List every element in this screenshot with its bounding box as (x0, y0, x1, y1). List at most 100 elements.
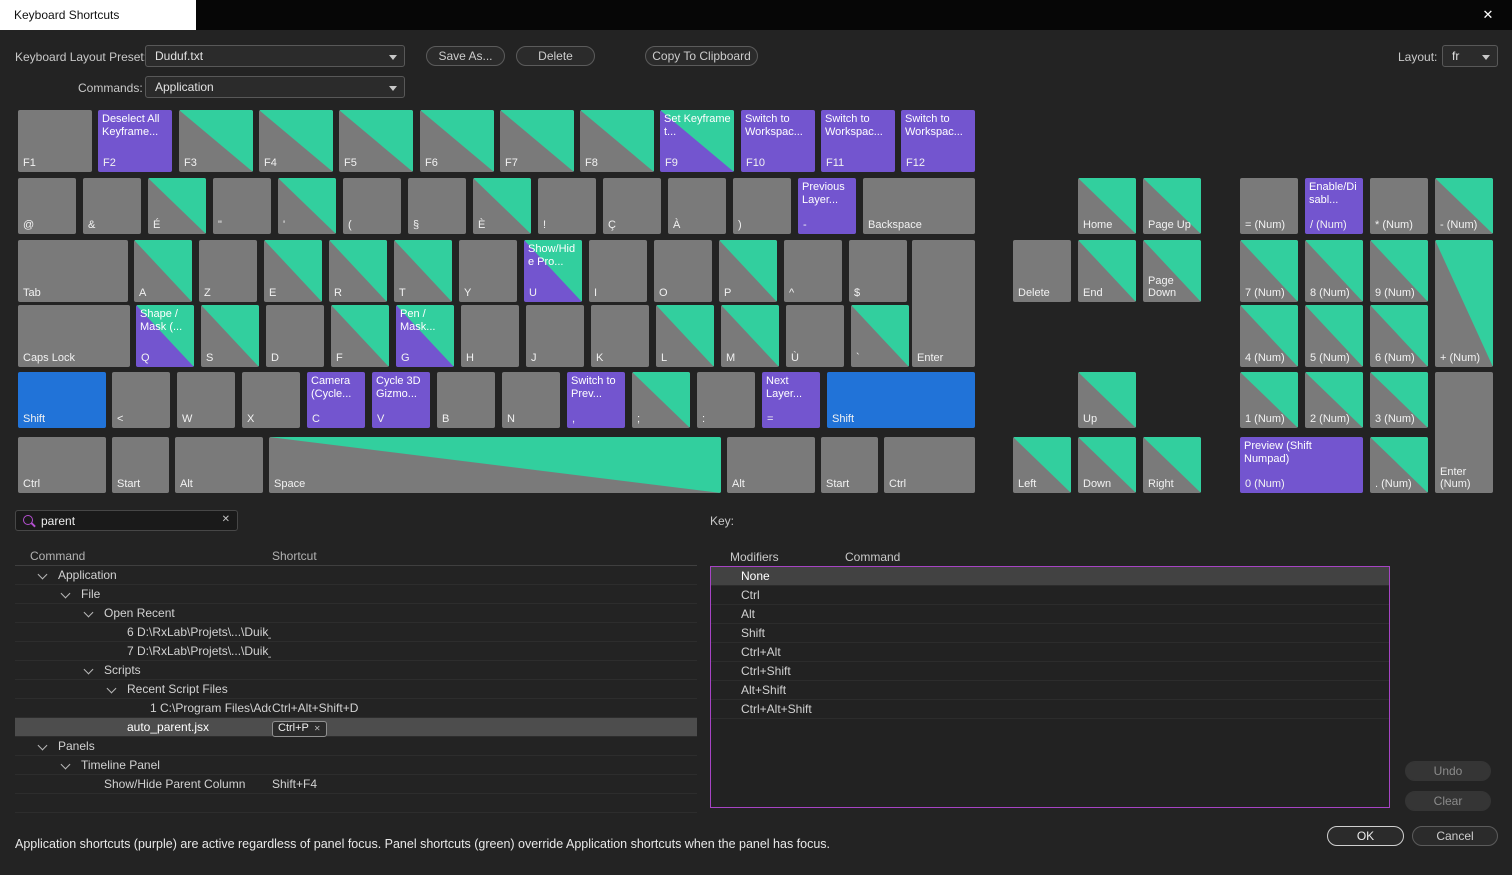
key-r[interactable]: R (329, 240, 387, 302)
key-left[interactable]: Left (1013, 437, 1071, 493)
command-row-6-d-rxlab-projets-duik-a-p[interactable]: 6 D:\RxLab\Projets\...\Duik_A_P (15, 623, 697, 642)
key-s[interactable]: S (201, 305, 259, 367)
clear-button[interactable]: Clear (1405, 791, 1491, 811)
key-f10[interactable]: Switch to Workspac...F10 (741, 110, 815, 172)
key-num[interactable]: * (Num) (1370, 178, 1428, 234)
delete-button[interactable]: Delete (516, 46, 595, 66)
shortcut-chip[interactable]: Ctrl+P✕ (272, 721, 327, 737)
key-c199[interactable]: Ç (603, 178, 661, 234)
key-0-num[interactable]: Preview (Shift Numpad)0 (Num) (1240, 437, 1363, 493)
key-c33[interactable]: ! (538, 178, 596, 234)
key-c44[interactable]: Switch to Prev..., (567, 372, 625, 428)
key-c192[interactable]: À (668, 178, 726, 234)
remove-shortcut-icon[interactable]: ✕ (314, 722, 321, 735)
key-f6[interactable]: F6 (420, 110, 494, 172)
key-i[interactable]: I (589, 240, 647, 302)
chevron-down-icon[interactable] (84, 665, 94, 675)
key-c40[interactable]: ( (343, 178, 401, 234)
command-row-auto-parent-jsx[interactable]: auto_parent.jsxCtrl+P✕ (15, 718, 697, 737)
key-4-num[interactable]: 4 (Num) (1240, 305, 1298, 367)
key-f1[interactable]: F1 (18, 110, 92, 172)
key-n[interactable]: N (502, 372, 560, 428)
key-m[interactable]: M (721, 305, 779, 367)
key-t[interactable]: T (394, 240, 452, 302)
undo-button[interactable]: Undo (1405, 761, 1491, 781)
key-l[interactable]: L (656, 305, 714, 367)
key-c41[interactable]: ) (733, 178, 791, 234)
key-c200[interactable]: È (473, 178, 531, 234)
key-num[interactable]: Enable/Disabl.../ (Num) (1305, 178, 1363, 234)
key-w[interactable]: W (177, 372, 235, 428)
ok-button[interactable]: OK (1327, 826, 1404, 846)
copy-to-clipboard-button[interactable]: Copy To Clipboard (645, 46, 758, 66)
modifier-row-ctrl-alt[interactable]: Ctrl+Alt (711, 643, 1389, 662)
key-down[interactable]: Down (1078, 437, 1136, 493)
save-as-button[interactable]: Save As... (426, 46, 505, 66)
key-f7[interactable]: F7 (500, 110, 574, 172)
key-shift[interactable]: Shift (18, 372, 106, 428)
key-space[interactable]: Space (269, 437, 721, 493)
key-c217[interactable]: Ù (786, 305, 844, 367)
modifier-row-ctrl-alt-shift[interactable]: Ctrl+Alt+Shift (711, 700, 1389, 719)
key-k[interactable]: K (591, 305, 649, 367)
key-9-num[interactable]: 9 (Num) (1370, 240, 1428, 302)
key-f3[interactable]: F3 (179, 110, 253, 172)
clear-search-icon[interactable]: ✕ (222, 514, 230, 525)
key-o[interactable]: O (654, 240, 712, 302)
key-c61[interactable]: Next Layer...= (762, 372, 820, 428)
command-row-application[interactable]: Application (15, 566, 697, 585)
key-3-num[interactable]: 3 (Num) (1370, 372, 1428, 428)
key-c34[interactable]: " (213, 178, 271, 234)
command-row-1-c-program-files-adobe[interactable]: 1 C:\Program Files\AdobeCtrl+Alt+Shift+D (15, 699, 697, 718)
key-7-num[interactable]: 7 (Num) (1240, 240, 1298, 302)
layout-dropdown[interactable]: fr (1442, 45, 1498, 67)
key-tab[interactable]: Tab (18, 240, 128, 302)
key-v[interactable]: Cycle 3D Gizmo...V (372, 372, 430, 428)
key-page-down[interactable]: Page Down (1143, 240, 1201, 302)
key-b[interactable]: B (437, 372, 495, 428)
key-shift[interactable]: Shift (827, 372, 975, 428)
key-ctrl[interactable]: Ctrl (18, 437, 106, 493)
key-6-num[interactable]: 6 (Num) (1370, 305, 1428, 367)
key-f8[interactable]: F8 (580, 110, 654, 172)
key-num[interactable]: + (Num) (1435, 240, 1493, 367)
key-ctrl[interactable]: Ctrl (884, 437, 975, 493)
key-c94[interactable]: ^ (784, 240, 842, 302)
command-row[interactable] (15, 794, 697, 813)
key-alt[interactable]: Alt (175, 437, 263, 493)
key-g[interactable]: Pen / Mask...G (396, 305, 454, 367)
modifier-row-ctrl[interactable]: Ctrl (711, 586, 1389, 605)
key-c167[interactable]: § (408, 178, 466, 234)
key-right[interactable]: Right (1143, 437, 1201, 493)
command-row-file[interactable]: File (15, 585, 697, 604)
key-5-num[interactable]: 5 (Num) (1305, 305, 1363, 367)
key-c45[interactable]: Previous Layer...- (798, 178, 856, 234)
key-num[interactable]: = (Num) (1240, 178, 1298, 234)
chevron-down-icon[interactable] (84, 608, 94, 618)
key-e[interactable]: E (264, 240, 322, 302)
chevron-down-icon[interactable] (107, 684, 117, 694)
command-row-panels[interactable]: Panels (15, 737, 697, 756)
key-u[interactable]: Show/Hide Pro...U (524, 240, 582, 302)
chevron-down-icon[interactable] (38, 741, 48, 751)
key-c201[interactable]: É (148, 178, 206, 234)
command-row-open-recent[interactable]: Open Recent (15, 604, 697, 623)
modifier-row-shift[interactable]: Shift (711, 624, 1389, 643)
key-f[interactable]: F (331, 305, 389, 367)
chevron-down-icon[interactable] (61, 760, 71, 770)
preset-dropdown[interactable]: Duduf.txt (145, 45, 405, 67)
command-row-timeline-panel[interactable]: Timeline Panel (15, 756, 697, 775)
cancel-button[interactable]: Cancel (1412, 826, 1498, 846)
key-enter[interactable]: Enter (912, 240, 975, 367)
key-2-num[interactable]: 2 (Num) (1305, 372, 1363, 428)
modifier-row-alt[interactable]: Alt (711, 605, 1389, 624)
close-icon[interactable]: ✕ (1474, 0, 1502, 30)
key-h[interactable]: H (461, 305, 519, 367)
key-c60[interactable]: < (112, 372, 170, 428)
key-z[interactable]: Z (199, 240, 257, 302)
key-f11[interactable]: Switch to Workspac...F11 (821, 110, 895, 172)
key-f5[interactable]: F5 (339, 110, 413, 172)
key-c59[interactable]: ; (632, 372, 690, 428)
key-num[interactable]: . (Num) (1370, 437, 1428, 493)
key-c58[interactable]: : (697, 372, 755, 428)
